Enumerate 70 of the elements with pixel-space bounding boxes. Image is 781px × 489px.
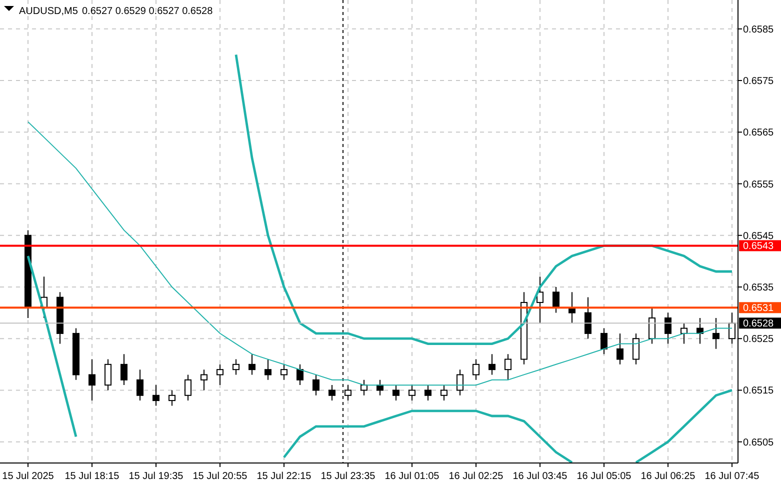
- candlestick: [184, 374, 192, 402]
- time-axis-label: 15 Jul 23:35: [320, 471, 376, 482]
- price-axis-label: 0.6535: [743, 282, 774, 294]
- time-axis-label: 16 Jul 07:45: [704, 471, 760, 482]
- candlestick: [248, 354, 256, 376]
- candlestick: [280, 364, 288, 380]
- price-axis-label: 0.6555: [743, 179, 774, 190]
- candlestick: [472, 358, 480, 380]
- candlestick: [696, 317, 704, 344]
- candlestick: [152, 384, 160, 406]
- candlestick: [104, 358, 112, 391]
- candlestick: [296, 364, 304, 386]
- candlestick: [648, 307, 656, 344]
- candlestick: [456, 369, 464, 396]
- price-axis-label: 0.6575: [743, 76, 774, 88]
- time-axis-label: 16 Jul 05:05: [576, 471, 632, 482]
- candlestick: [344, 384, 352, 402]
- time-axis-label: 15 Jul 19:35: [128, 471, 184, 482]
- price-axis-label: 0.6545: [743, 230, 774, 242]
- candlestick: [632, 332, 640, 365]
- candlestick: [360, 379, 368, 396]
- candlestick: [568, 292, 576, 324]
- candlestick: [712, 317, 720, 350]
- candlestick: [72, 328, 80, 380]
- price-axis-label: 0.6515: [743, 386, 774, 397]
- time-axis-label: 15 Jul 18:15: [64, 471, 120, 482]
- candlestick: [616, 332, 624, 365]
- candlestick: [312, 374, 320, 396]
- candlestick: [584, 296, 592, 340]
- candlestick: [424, 384, 432, 402]
- time-axis-label: 16 Jul 02:25: [448, 471, 504, 482]
- candlestick: [328, 384, 336, 402]
- price-axis-label: 0.6505: [743, 437, 774, 448]
- price-tag: 0.6531: [739, 302, 781, 314]
- time-axis-label: 16 Jul 01:05: [384, 471, 440, 482]
- candlestick: [200, 369, 208, 391]
- candlestick: [168, 390, 176, 406]
- candlestick: [136, 369, 144, 402]
- chart-symbol: AUDUSD,M5: [19, 6, 78, 17]
- candlestick: [408, 384, 416, 402]
- dropdown-triangle-icon[interactable]: [4, 6, 14, 11]
- candlestick: [120, 354, 128, 386]
- candlestick: [216, 364, 224, 386]
- candlestick: [40, 276, 48, 318]
- candlestick: [664, 312, 672, 344]
- time-axis-label: 15 Jul 22:15: [256, 471, 312, 482]
- candlestick: [488, 354, 496, 376]
- time-axis-label: 16 Jul 03:45: [512, 471, 568, 482]
- time-axis-label: 16 Jul 06:25: [640, 471, 696, 482]
- price-axis-label: 0.6565: [743, 128, 774, 139]
- price-axis-label: 0.6525: [743, 334, 774, 346]
- time-axis-label: 15 Jul 2025: [2, 471, 54, 482]
- candlestick: [232, 358, 240, 376]
- candlestick: [728, 312, 736, 344]
- price-tag: 0.6528: [739, 318, 781, 330]
- candlestick: [440, 384, 448, 402]
- time-axis-label: 15 Jul 20:55: [192, 471, 248, 482]
- candlestick: [392, 384, 400, 402]
- candlestick: [552, 286, 560, 314]
- candlestick: [88, 358, 96, 402]
- candlestick: [376, 379, 384, 396]
- chart-quote: 0.6527 0.6529 0.6527 0.6528: [82, 6, 213, 17]
- candlestick: [56, 292, 64, 344]
- price-axis-label: 0.6585: [743, 24, 774, 36]
- candlestick: [264, 358, 272, 380]
- candlestick: [600, 328, 608, 355]
- price-tag: 0.6543: [739, 240, 781, 252]
- candlestick: [536, 276, 544, 324]
- candlestick: [680, 322, 688, 344]
- candlestick: [504, 354, 512, 380]
